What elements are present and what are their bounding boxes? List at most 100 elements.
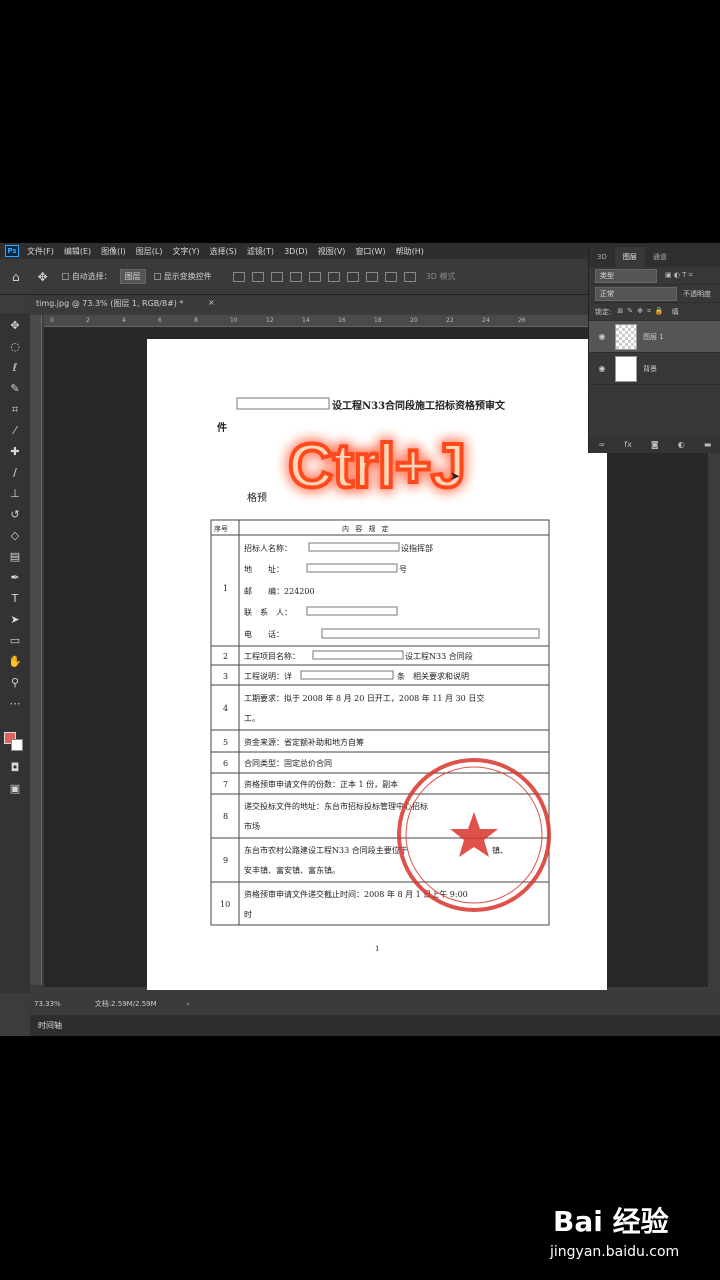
lock-icons[interactable]: ⊠✎✥⌗🔒 <box>617 307 667 316</box>
menu-view[interactable]: 视图(V) <box>318 246 346 257</box>
align-hcenter-icon[interactable] <box>308 271 321 282</box>
redaction-box <box>236 397 330 410</box>
stamp-tool-icon[interactable]: ⊥ <box>8 487 22 501</box>
cell-text: 工程项目名称： <box>244 651 300 661</box>
marquee-tool-icon[interactable]: ◌ <box>8 340 22 354</box>
cell-text: 地 址： <box>244 564 284 574</box>
path-select-tool-icon[interactable]: ➤ <box>8 613 22 627</box>
more-options-icon[interactable] <box>403 271 416 282</box>
folder-icon[interactable]: ▬ <box>704 440 712 449</box>
link-icon[interactable]: ∞ <box>599 440 606 449</box>
mode-3d-label[interactable]: 3D 模式 <box>426 271 456 282</box>
baidu-logo: Bai 经验 <box>553 1205 669 1238</box>
menu-window[interactable]: 窗口(W) <box>355 246 385 257</box>
baidu-url: jingyan.baidu.com <box>550 1244 680 1260</box>
align-bottom-icon[interactable] <box>270 271 283 282</box>
document-svg: 设工程N33合同段施工招标资格预审文 件 格预 序号 内 容 规 定 1 招标人… <box>210 397 551 953</box>
hand-tool-icon[interactable]: ✋ <box>8 655 22 669</box>
move-tool-icon[interactable]: ✥ <box>38 270 48 284</box>
page-number: 1 <box>375 945 379 953</box>
layer-thumbnail <box>615 323 637 350</box>
align-top-icon[interactable] <box>232 271 245 282</box>
horizontal-ruler: 0 2 4 6 8 10 12 14 16 18 20 22 24 26 <box>44 315 590 327</box>
cell-text: 合同类型：固定总价合同 <box>244 758 332 768</box>
menu-3d[interactable]: 3D(D) <box>284 247 308 256</box>
shape-tool-icon[interactable]: ▭ <box>8 634 22 648</box>
adjustment-icon[interactable]: ◐ <box>678 440 685 449</box>
redaction-box <box>308 542 400 552</box>
ruler-tick: 22 <box>446 317 454 324</box>
toolbar: ✥ ◌ ℓ ✎ ⌗ ⁄ ✚ ∕ ⊥ ↺ ◇ ▤ ✒ T ➤ ▭ ✋ ⚲ ⋯ ◘ … <box>0 313 30 993</box>
official-seal <box>397 758 551 912</box>
align-right-icon[interactable] <box>327 271 340 282</box>
gradient-tool-icon[interactable]: ▤ <box>8 550 22 564</box>
redaction-box <box>306 563 398 573</box>
quick-select-tool-icon[interactable]: ✎ <box>8 382 22 396</box>
screen-mode-icon[interactable]: ▣ <box>8 782 22 796</box>
background-color-swatch[interactable] <box>11 739 23 751</box>
layer-item-background[interactable]: ◉ 背景 <box>589 353 720 385</box>
zoom-tool-icon[interactable]: ⚲ <box>8 676 22 690</box>
show-transform-checkbox[interactable]: 显示变换控件 <box>153 271 212 282</box>
lasso-tool-icon[interactable]: ℓ <box>8 361 22 375</box>
align-vcenter-icon[interactable] <box>251 271 264 282</box>
crop-tool-icon[interactable]: ⌗ <box>8 403 22 417</box>
type-tool-icon[interactable]: T <box>8 592 22 606</box>
history-brush-icon[interactable]: ↺ <box>8 508 22 522</box>
mask-icon[interactable]: ◙ <box>651 440 659 449</box>
cell-text: 时 <box>244 909 252 919</box>
auto-select-checkbox[interactable]: 自动选择： <box>61 271 112 282</box>
lock-row: 锁定: ⊠✎✥⌗🔒 填 <box>589 303 720 321</box>
distribute-icon[interactable] <box>346 271 359 282</box>
distribute-h-icon[interactable] <box>365 271 378 282</box>
menu-edit[interactable]: 编辑(E) <box>64 246 91 257</box>
layer-filter-dropdown[interactable]: 类型 <box>595 268 657 283</box>
timeline-panel[interactable]: 时间轴 <box>30 1015 720 1036</box>
brush-tool-icon[interactable]: ∕ <box>8 466 22 480</box>
layer-item-layer1[interactable]: ◉ 图层 1 <box>589 321 720 353</box>
menu-help[interactable]: 帮助(H) <box>396 246 424 257</box>
eyedropper-tool-icon[interactable]: ⁄ <box>8 424 22 438</box>
fx-icon[interactable]: fx <box>624 440 632 449</box>
baidu-watermark: Bai 经验 jingyan.baidu.com <box>550 1200 700 1270</box>
tab-3d[interactable]: 3D <box>589 253 615 261</box>
ruler-tick: 2 <box>86 317 90 324</box>
healing-tool-icon[interactable]: ✚ <box>8 445 22 459</box>
status-arrow-icon[interactable]: › <box>187 1000 190 1008</box>
tab-layers[interactable]: 图层 <box>614 247 645 267</box>
menu-file[interactable]: 文件(F) <box>27 246 54 257</box>
document-tab[interactable]: timg.jpg @ 73.3% (图层 1, RGB/8#) * <box>36 298 183 309</box>
row-number: 5 <box>223 738 228 747</box>
layer-name: 图层 1 <box>643 332 664 341</box>
distribute-v-icon[interactable] <box>384 271 397 282</box>
requirements-table <box>210 519 550 926</box>
tab-channels[interactable]: 通道 <box>645 252 675 262</box>
move-tool-icon[interactable]: ✥ <box>8 319 22 333</box>
redaction-box <box>321 628 540 639</box>
menu-filter[interactable]: 滤镜(T) <box>247 246 274 257</box>
eraser-tool-icon[interactable]: ◇ <box>8 529 22 543</box>
home-icon[interactable]: ⌂ <box>12 270 20 284</box>
vertical-ruler <box>30 315 42 985</box>
align-left-icon[interactable] <box>289 271 302 282</box>
row-number: 8 <box>223 812 228 821</box>
ruler-tick: 24 <box>482 317 490 324</box>
blend-mode-dropdown[interactable]: 正常 <box>595 286 677 301</box>
filter-icons[interactable]: ▣ ◐ T ⌗ <box>665 271 693 280</box>
quick-mask-icon[interactable]: ◘ <box>8 761 22 775</box>
pen-tool-icon[interactable]: ✒ <box>8 571 22 585</box>
layer-select-dropdown[interactable]: 图层 <box>119 269 146 284</box>
close-tab-icon[interactable]: × <box>208 298 215 307</box>
menu-type[interactable]: 文字(Y) <box>172 246 199 257</box>
ruler-tick: 16 <box>338 317 346 324</box>
visibility-eye-icon[interactable]: ◉ <box>595 364 609 373</box>
ruler-tick: 14 <box>302 317 310 324</box>
menu-select[interactable]: 选择(S) <box>210 246 237 257</box>
zoom-level[interactable]: 73.33% <box>34 1000 61 1008</box>
menu-image[interactable]: 图像(I) <box>101 246 126 257</box>
cell-text: 资金来源：省定额补助和地方自筹 <box>244 737 364 747</box>
visibility-eye-icon[interactable]: ◉ <box>595 332 609 341</box>
menu-layer[interactable]: 图层(L) <box>136 246 163 257</box>
cell-text: 工程说明：详 <box>244 671 292 681</box>
more-tools-icon[interactable]: ⋯ <box>8 697 22 711</box>
